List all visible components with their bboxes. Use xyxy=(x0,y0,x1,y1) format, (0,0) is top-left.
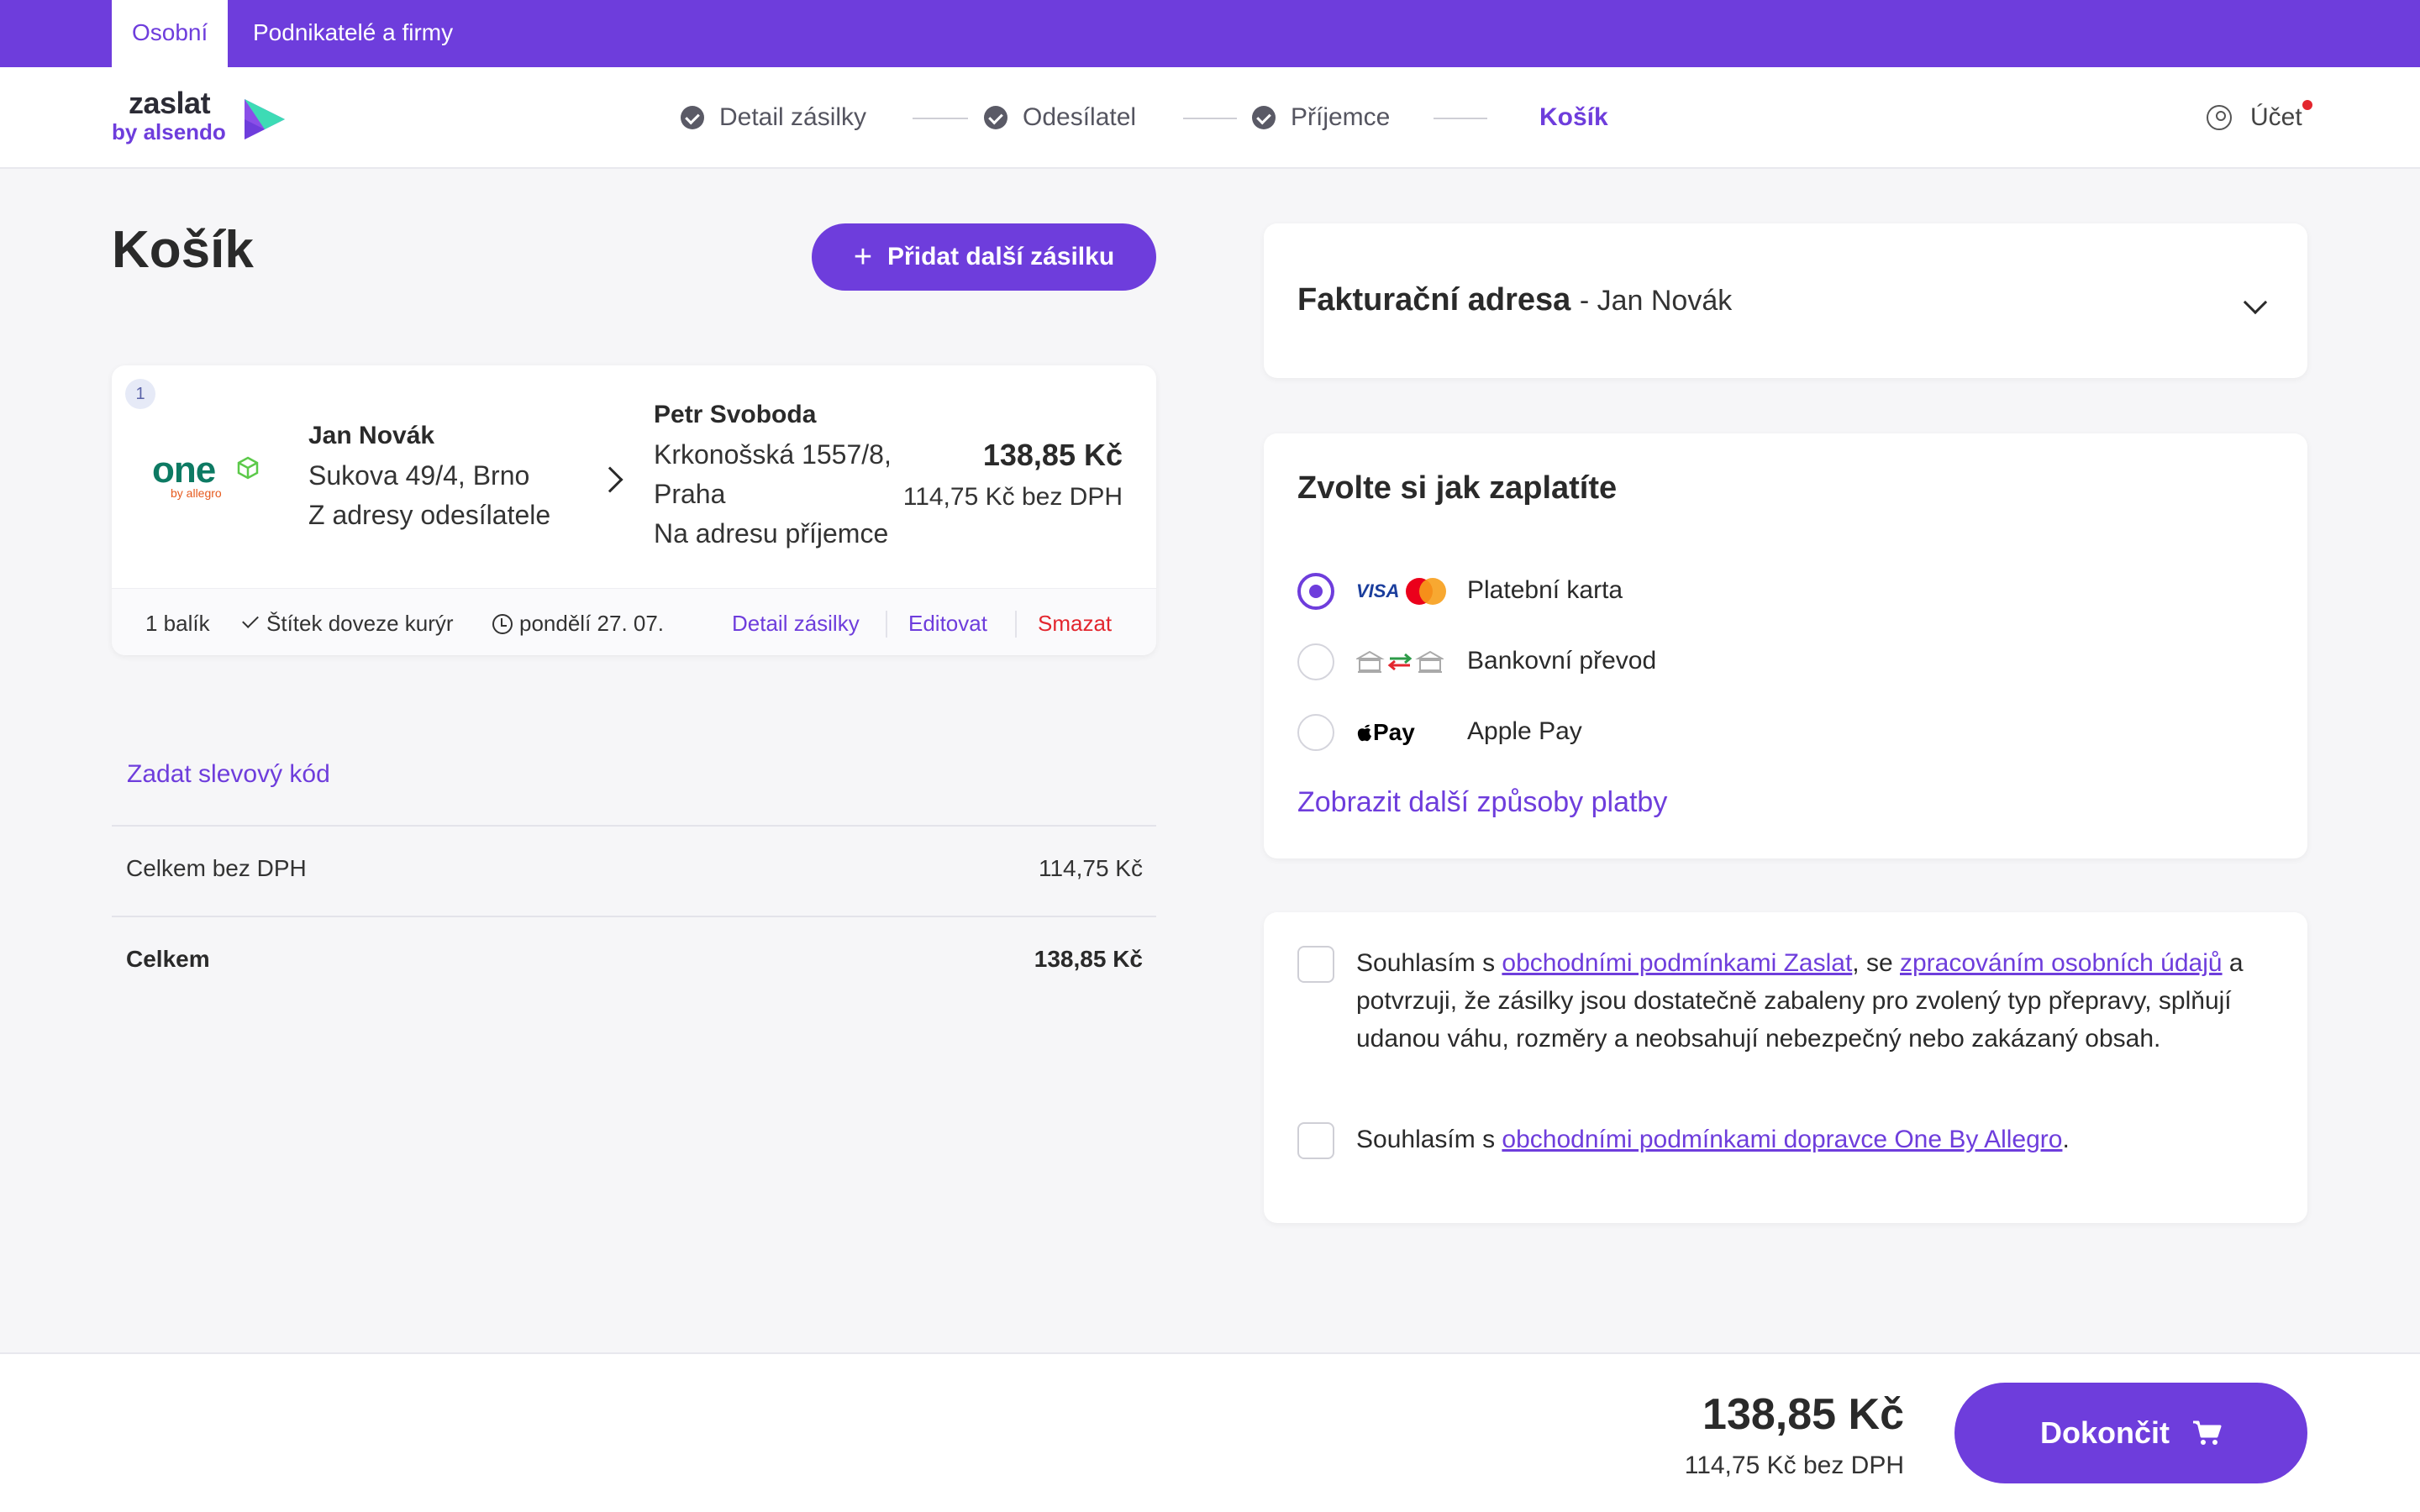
divider xyxy=(112,916,1156,917)
sender-pickup: Z adresy odesílatele xyxy=(308,500,551,530)
recipient-delivery: Na adresu příjemce xyxy=(654,518,889,549)
plus-icon: + xyxy=(853,239,873,275)
account-button[interactable]: Účet xyxy=(2207,100,2312,134)
consent-carrier-text: Souhlasím s obchodními podmínkami doprav… xyxy=(1356,1126,2070,1153)
shipment-price: 138,85 Kč xyxy=(982,438,1123,472)
step-sender[interactable]: Odesílatel xyxy=(984,101,1136,134)
footer-total-ex-vat: 114,75 Kč bez DPH xyxy=(1684,1452,1904,1479)
step-label: Odesílatel xyxy=(1023,103,1137,131)
subtotal-label: Celkem bez DPH xyxy=(126,855,307,881)
finish-button[interactable]: Dokončit xyxy=(1954,1383,2307,1483)
payment-card-label[interactable]: Platební karta xyxy=(1467,576,1623,605)
more-payment-methods-link[interactable]: Zobrazit další způsoby platby xyxy=(1297,786,1667,819)
cart-icon xyxy=(2193,1420,2222,1445)
page-title: Košík xyxy=(112,221,254,279)
step-label: Košík xyxy=(1539,103,1608,131)
step-connector xyxy=(1434,118,1487,119)
clock-icon xyxy=(492,614,513,634)
total-label: Celkem xyxy=(126,946,210,972)
tab-business[interactable]: Podnikatelé a firmy xyxy=(233,0,473,67)
shipment-card: 1 one by allegro Jan Novák Sukova 49/4, … xyxy=(112,365,1156,655)
consent-terms-text: Souhlasím s obchodními podmínkami Zaslat… xyxy=(1356,949,2244,1053)
step-recipient[interactable]: Příjemce xyxy=(1252,101,1390,134)
consents-card: Souhlasím s obchodními podmínkami Zaslat… xyxy=(1264,912,2307,1223)
divider xyxy=(1015,611,1017,638)
step-label: Detail zásilky xyxy=(719,103,867,131)
chevron-right-icon xyxy=(597,466,623,493)
shipment-price-ex-vat: 114,75 Kč bez DPH xyxy=(902,483,1123,511)
header: zaslat by alsendo Detail zásilky Odesíla… xyxy=(0,67,2420,169)
notification-dot xyxy=(2302,100,2312,110)
apple-icon xyxy=(1357,724,1371,742)
brand-sub: by alsendo xyxy=(112,119,226,144)
bank-transfer-label[interactable]: Bankovní převod xyxy=(1467,647,1656,675)
carrier-logo: one by allegro xyxy=(152,449,270,517)
check-circle-icon xyxy=(1252,106,1276,129)
apple-pay-icon: Pay xyxy=(1356,716,1415,749)
check-circle-icon xyxy=(984,106,1007,129)
checkout-bar: 138,85 Kč 114,75 Kč bez DPH Dokončit xyxy=(0,1352,2420,1512)
sender-name: Jan Novák xyxy=(308,422,435,449)
add-shipment-button[interactable]: + Přidat další zásilku xyxy=(812,223,1156,291)
consent-carrier-checkbox[interactable] xyxy=(1297,1122,1334,1159)
radio-card[interactable] xyxy=(1297,573,1334,610)
logo-play-icon xyxy=(245,99,285,139)
apple-pay-label[interactable]: Apple Pay xyxy=(1467,717,1582,746)
top-segment-bar: Osobní Podnikatelé a firmy xyxy=(0,0,2420,67)
step-connector xyxy=(913,118,968,119)
edit-link[interactable]: Editovat xyxy=(908,611,987,637)
billing-address-card[interactable]: Fakturační adresa - Jan Novák xyxy=(1264,223,2307,378)
mastercard-icon xyxy=(1406,578,1447,605)
terms-link[interactable]: obchodními podmínkami Zaslat xyxy=(1502,949,1852,977)
account-label: Účet xyxy=(2250,100,2312,132)
detail-link[interactable]: Detail zásilky xyxy=(732,611,860,637)
step-cart: Košík xyxy=(1539,101,1608,134)
step-connector xyxy=(1183,118,1237,119)
step-detail[interactable]: Detail zásilky xyxy=(681,101,866,134)
consent-terms-checkbox[interactable] xyxy=(1297,946,1334,983)
subtotal-value: 114,75 Kč xyxy=(1038,855,1143,881)
privacy-link[interactable]: zpracováním osobních údajů xyxy=(1900,949,2223,977)
payment-card: Zvolte si jak zaplatíte VISA Platební ka… xyxy=(1264,433,2307,858)
chevron-down-icon[interactable] xyxy=(2243,290,2268,315)
discount-code-link[interactable]: Zadat slevový kód xyxy=(127,760,330,789)
check-icon xyxy=(242,612,259,628)
delete-link[interactable]: Smazat xyxy=(1038,611,1112,637)
card-icons: VISA xyxy=(1356,575,1449,608)
recipient-name: Petr Svoboda xyxy=(654,401,817,428)
package-count: 1 balík xyxy=(145,611,210,636)
payment-title: Zvolte si jak zaplatíte xyxy=(1297,470,1618,506)
radio-apple-pay[interactable] xyxy=(1297,714,1334,751)
radio-bank-transfer[interactable] xyxy=(1297,643,1334,680)
shipment-number-badge: 1 xyxy=(125,379,155,409)
brand-logo[interactable]: zaslat by alsendo xyxy=(112,86,297,153)
tab-personal[interactable]: Osobní xyxy=(112,0,229,67)
billing-name: - Jan Novák xyxy=(1579,285,1733,317)
sender-address: Sukova 49/4, Brno xyxy=(308,460,530,491)
user-icon xyxy=(2207,105,2232,130)
footer-total: 138,85 Kč xyxy=(1702,1390,1904,1439)
check-circle-icon xyxy=(681,106,704,129)
label-info: Štítek doveze kurýr xyxy=(242,611,454,637)
cube-icon xyxy=(237,456,259,480)
recipient-address-line1: Krkonošská 1557/8, xyxy=(654,439,892,470)
brand-name: zaslat xyxy=(129,86,211,120)
total-value: 138,85 Kč xyxy=(1034,946,1143,972)
shipment-footer: 1 balík Štítek doveze kurýr pondělí 27. … xyxy=(112,588,1156,655)
pickup-date: pondělí 27. 07. xyxy=(492,611,664,637)
carrier-terms-link[interactable]: obchodními podmínkami dopravce One By Al… xyxy=(1502,1126,2062,1153)
recipient-address-line2: Praha xyxy=(654,479,726,509)
step-label: Příjemce xyxy=(1291,103,1391,131)
bank-transfer-icon xyxy=(1356,645,1444,679)
divider xyxy=(886,611,887,638)
divider xyxy=(112,825,1156,827)
billing-title: Fakturační adresa - Jan Novák xyxy=(1297,282,1733,318)
